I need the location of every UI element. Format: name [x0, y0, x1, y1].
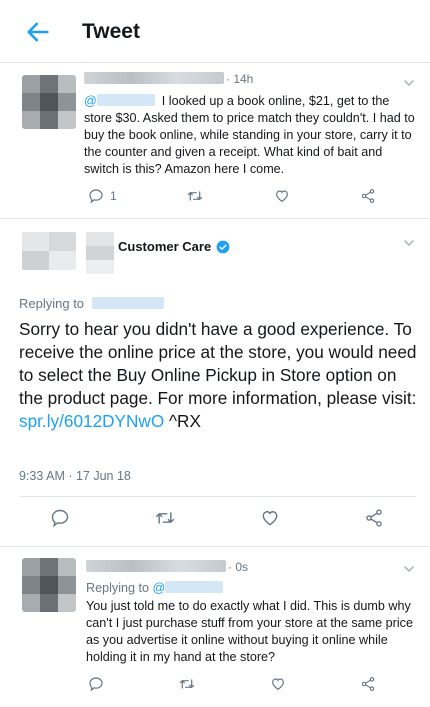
mention-redacted [96, 94, 155, 106]
reply-icon [89, 677, 103, 692]
reply-icon [89, 189, 103, 204]
like-button[interactable] [274, 188, 290, 204]
focused-tweet-actions [50, 508, 384, 528]
mention-redacted[interactable] [91, 297, 164, 309]
like-button[interactable] [270, 676, 286, 692]
reply-count: 1 [110, 189, 117, 203]
chevron-down-icon[interactable] [402, 76, 416, 90]
tweet-divider [0, 546, 430, 547]
replying-to-label: Replying to [86, 581, 150, 595]
like-button[interactable] [260, 508, 280, 528]
tweet-text: You just told me to do exactly what I di… [86, 599, 413, 664]
header-bar: Tweet [0, 0, 430, 62]
reply-button[interactable]: 1 [88, 188, 117, 204]
retweet-icon [188, 191, 203, 201]
tweet-text: @ I looked up a book online, $21, get to… [84, 93, 416, 178]
like-icon [272, 678, 284, 691]
chevron-down-icon[interactable] [402, 236, 416, 250]
tweet-divider [0, 218, 430, 219]
mention-link[interactable]: @ [153, 581, 166, 595]
reply-button[interactable] [88, 676, 104, 692]
avatar[interactable] [22, 75, 76, 129]
mention-link[interactable]: @ [84, 94, 97, 108]
share-button[interactable] [360, 188, 376, 204]
display-name-text: Customer Care [118, 239, 212, 254]
avatar[interactable] [22, 558, 76, 612]
back-arrow-icon[interactable] [24, 18, 52, 46]
like-icon [276, 190, 289, 203]
tweet-body: Sorry to hear you didn't have a good exp… [19, 319, 417, 408]
share-icon [361, 677, 375, 691]
retweet-button[interactable] [154, 508, 176, 528]
mention-redacted [165, 581, 224, 593]
retweet-icon [179, 679, 195, 689]
display-name-redacted [86, 560, 226, 572]
tweet-body: I looked up a book online, $21, get to t… [84, 94, 415, 176]
tweet-signature: ^RX [164, 411, 201, 431]
brand-logo-redacted [86, 232, 114, 274]
share-button[interactable] [364, 508, 384, 528]
tweet-time: · 0s [228, 560, 249, 574]
tweet-time: · 14h [226, 72, 254, 86]
chevron-down-icon[interactable] [402, 562, 416, 576]
tweet-text: Sorry to hear you didn't have a good exp… [19, 318, 419, 433]
reply-button[interactable] [50, 508, 70, 528]
retweet-icon [155, 512, 175, 524]
avatar[interactable] [22, 232, 76, 270]
display-name-redacted [84, 72, 224, 84]
tweet-link[interactable]: spr.ly/6012DYNwO [19, 411, 164, 431]
replying-to-line: Replying to [19, 296, 164, 311]
page-title: Tweet [82, 20, 140, 43]
header-divider [0, 62, 430, 63]
timestamp-divider [19, 496, 416, 497]
share-icon [366, 509, 382, 527]
share-icon [361, 189, 375, 203]
reply-icon [51, 509, 69, 528]
retweet-button[interactable] [186, 188, 204, 204]
replying-to-label: Replying to [19, 296, 85, 311]
replying-to-line: Replying to @ [86, 580, 386, 597]
like-icon [262, 511, 278, 526]
retweet-button[interactable] [178, 676, 196, 692]
display-name[interactable]: Customer Care [118, 239, 230, 254]
tweet-actions: 1 [88, 188, 376, 204]
share-button[interactable] [360, 676, 376, 692]
tweet-timestamp[interactable]: 9:33 AM · 17 Jun 18 [19, 469, 131, 483]
verified-badge-icon [216, 240, 230, 253]
tweet-actions [88, 676, 376, 692]
